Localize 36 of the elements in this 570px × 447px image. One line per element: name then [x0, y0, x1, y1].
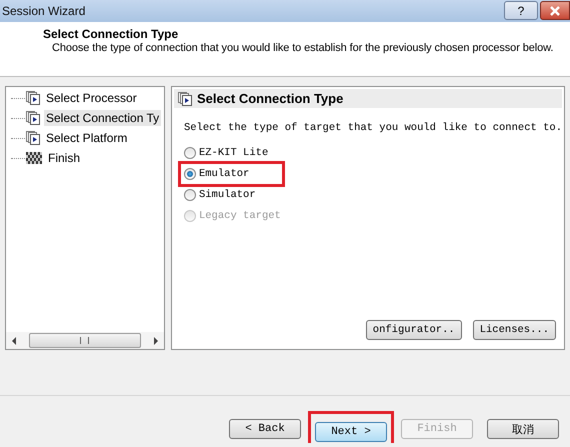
footer-button[interactable]: Next >: [315, 422, 387, 442]
panel-title: Select Connection Type: [196, 91, 344, 106]
window-title: Session Wizard: [1, 4, 86, 18]
radio-option[interactable]: EZ-KIT Lite: [184, 146, 268, 158]
page-icon: [26, 111, 40, 125]
option-label: EZ-KIT Lite: [198, 146, 268, 158]
page-title: Select Connection Type: [43, 27, 180, 41]
page-icon: [178, 92, 192, 106]
footer-button[interactable]: 取消: [487, 419, 559, 439]
tree-item[interactable]: Select Connection Ty: [44, 110, 162, 126]
radio-button[interactable]: [184, 188, 196, 200]
close-button[interactable]: [540, 1, 570, 20]
checkered-flag-icon: [26, 152, 42, 164]
panel-button[interactable]: Licenses...: [472, 320, 556, 340]
option-label: Legacy target: [198, 210, 281, 222]
tree-item[interactable]: Finish: [46, 150, 82, 166]
tree-item[interactable]: Select Processor: [44, 90, 139, 106]
scrollbar-thumb[interactable]: [28, 333, 141, 348]
prompt-text: Select the type of target that you would like to connect to.: [184, 122, 562, 134]
page-icon: [26, 131, 40, 145]
option-label: Simulator: [198, 188, 256, 200]
scroll-right-icon[interactable]: [152, 336, 159, 344]
horizontal-scrollbar[interactable]: [6, 332, 164, 349]
radio-button[interactable]: [184, 146, 196, 158]
radio-option[interactable]: Emulator: [184, 168, 250, 180]
page-description: Choose the type of connection that you would like to establish for the previously chosen processor below.: [52, 42, 554, 54]
option-label: Emulator: [198, 168, 250, 180]
footer-button[interactable]: < Back: [229, 419, 301, 439]
scroll-left-icon[interactable]: [11, 336, 17, 344]
tree-item[interactable]: Select Platform: [44, 130, 130, 146]
radio-button[interactable]: [184, 168, 196, 180]
page-icon: [26, 91, 40, 105]
panel-button[interactable]: onfigurator..: [366, 320, 462, 340]
radio-option[interactable]: Simulator: [184, 188, 256, 200]
close-icon: [548, 6, 562, 16]
help-button[interactable]: ?: [504, 1, 538, 20]
